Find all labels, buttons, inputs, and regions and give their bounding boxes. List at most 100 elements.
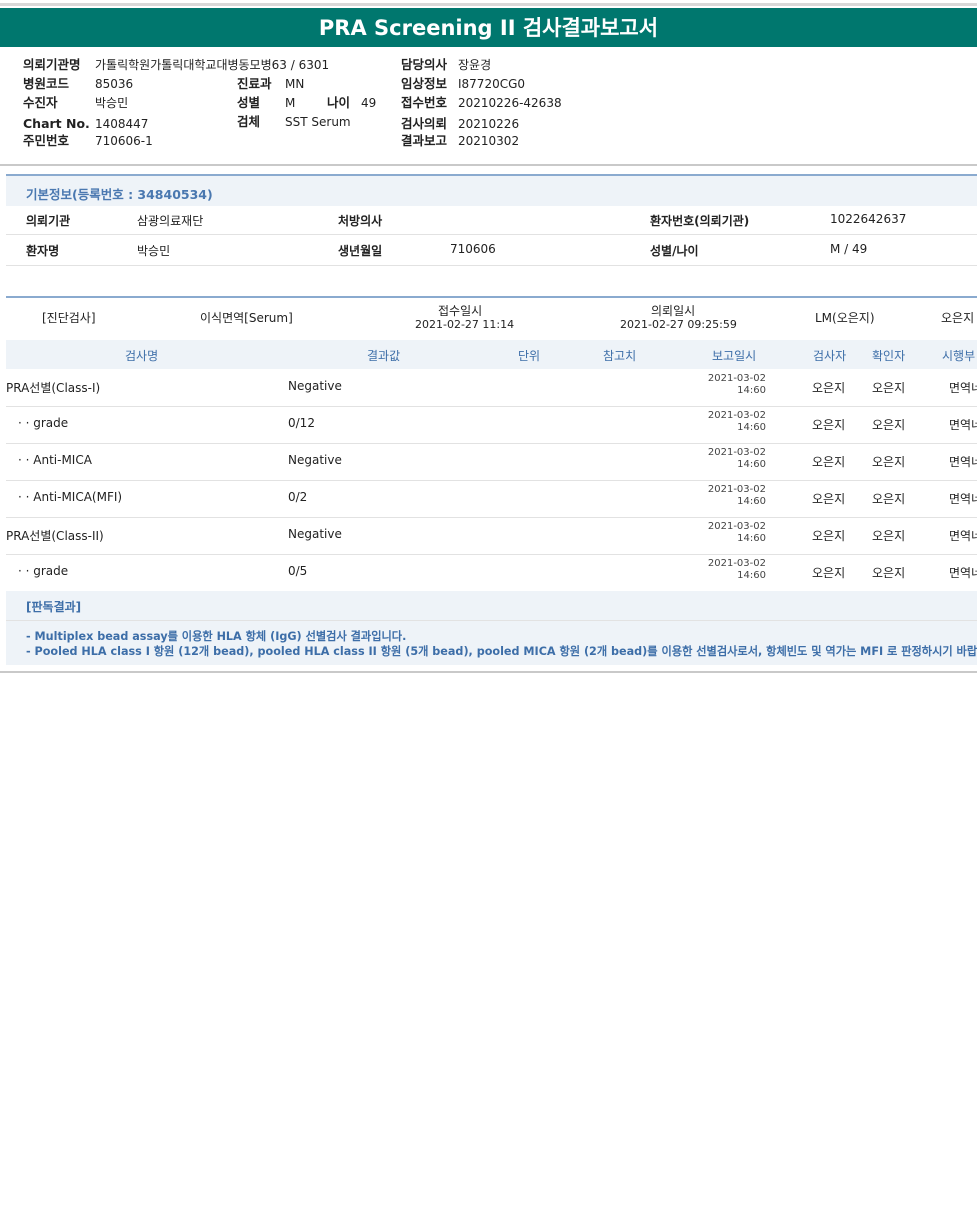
- chart-no-label: Chart No.: [23, 116, 90, 131]
- hospital-code-row: 병원코드 85036: [23, 76, 223, 92]
- receipt-no-value: 20210226-42638: [458, 96, 562, 110]
- report-date: 2021-03-02: [707, 447, 766, 458]
- chart-no-value: 1408447: [95, 117, 149, 131]
- bottom-divider: [0, 671, 977, 673]
- chart-no-row: Chart No. 1408447: [23, 116, 223, 132]
- report-date: 2021-03-02: [707, 373, 766, 384]
- exam-extra: 오은지: [941, 311, 975, 325]
- confirmer: 오은지: [872, 418, 906, 432]
- header-divider: [0, 164, 977, 166]
- report-value: 20210302: [458, 134, 520, 148]
- report-row: 결과보고 20210302: [401, 133, 601, 149]
- report-datetime: 2021-03-02 14:60: [704, 373, 766, 397]
- dept: 면역네: [949, 381, 977, 395]
- tester: 오은지: [812, 418, 846, 432]
- report-datetime: 2021-03-02 14:60: [704, 410, 766, 434]
- tester: 오은지: [812, 566, 846, 580]
- exam-receipt-label: 접수일시: [438, 304, 483, 318]
- test-value: Negative: [288, 453, 342, 467]
- report-time: 14:60: [737, 533, 766, 544]
- patient-no-label: 환자번호(의뢰기관): [650, 214, 750, 228]
- patient-no-value: 1022642637: [830, 212, 907, 226]
- exam-specimen: 이식면역[Serum]: [200, 311, 293, 325]
- resident-no-label: 주민번호: [23, 133, 70, 148]
- dob-value: 710606: [450, 242, 496, 256]
- confirmer: 오은지: [872, 529, 906, 543]
- doctor-label: 담당의사: [401, 57, 448, 72]
- test-name: PRA선별(Class-II): [6, 529, 104, 543]
- recipient-value: 박승민: [95, 96, 129, 110]
- specimen-label: 검체: [237, 114, 261, 129]
- institution-label: 의뢰기관명: [23, 57, 81, 72]
- table-row: · · Anti-MICA Negative 2021-03-02 14:60 오…: [6, 443, 977, 481]
- judgement-heading: [판독결과]: [26, 600, 82, 614]
- doctor-value: 장윤경: [458, 58, 492, 72]
- col-ref: 참고치: [603, 349, 637, 363]
- test-value: Negative: [288, 379, 342, 393]
- dept: 면역네: [949, 418, 977, 432]
- institution-value: 가톨릭학원가톨릭대학교대병동모병63 / 6301: [95, 58, 330, 72]
- col-result: 결과값: [367, 349, 401, 363]
- col-dept: 시행부: [942, 349, 976, 363]
- col-report-date: 보고일시: [712, 349, 757, 363]
- test-name: · · Anti-MICA(MFI): [18, 490, 123, 504]
- report-datetime: 2021-03-02 14:60: [704, 558, 766, 582]
- recipient-row: 수진자 박승민: [23, 95, 223, 111]
- presc-label: 처방의사: [338, 214, 383, 228]
- col-tester: 검사자: [813, 349, 847, 363]
- report-title: PRA Screening II 검사결과보고서: [0, 8, 977, 47]
- tester: 오은지: [812, 529, 846, 543]
- report-time: 14:60: [737, 385, 766, 396]
- name-value: 박승민: [137, 244, 171, 258]
- req-inst-value: 삼광의료재단: [137, 214, 204, 228]
- age-value: 49: [361, 96, 377, 110]
- exam-divider: [6, 296, 977, 298]
- dob-label: 생년월일: [338, 244, 383, 258]
- report-date: 2021-03-02: [707, 521, 766, 532]
- table-row: · · grade 0/12 2021-03-02 14:60 오은지 오은지 면…: [6, 406, 977, 444]
- report-time: 14:60: [737, 422, 766, 433]
- tester: 오은지: [812, 381, 846, 395]
- table-row: PRA선별(Class-II) Negative 2021-03-02 14:60…: [6, 517, 977, 555]
- confirmer: 오은지: [872, 455, 906, 469]
- sex-value: M: [285, 96, 296, 110]
- table-row: PRA선별(Class-I) Negative 2021-03-02 14:60 …: [6, 369, 977, 407]
- row-divider: [6, 265, 977, 266]
- request-row: 검사의뢰 20210226: [401, 116, 601, 132]
- test-name: PRA선별(Class-I): [6, 381, 101, 395]
- dept-row: 진료과 MN: [237, 76, 387, 92]
- report-datetime: 2021-03-02 14:60: [704, 484, 766, 508]
- dept: 면역네: [949, 492, 977, 506]
- basic-info-heading: 기본정보(등록번호 : 34840534): [6, 174, 977, 206]
- clinical-row: 임상정보 I87720CG0: [401, 76, 601, 92]
- basic-info-title: 기본정보(등록번호 : 34840534): [26, 187, 213, 202]
- request-label: 검사의뢰: [401, 116, 448, 131]
- dept: 면역네: [949, 455, 977, 469]
- clinical-value: I87720CG0: [458, 77, 526, 91]
- test-value: 0/5: [288, 564, 308, 578]
- table-row: · · grade 0/5 2021-03-02 14:60 오은지 오은지 면역…: [6, 554, 977, 592]
- report-label: 결과보고: [401, 133, 448, 148]
- age-label: 나이: [327, 95, 351, 110]
- test-value: 0/12: [288, 416, 315, 430]
- test-name: · · grade: [18, 564, 69, 578]
- exam-lm: LM(오은지): [815, 311, 875, 325]
- row-divider: [6, 234, 977, 235]
- top-divider: [0, 3, 977, 6]
- col-name: 검사명: [125, 349, 159, 363]
- exam-receipt-value: 2021-02-27 11:14: [415, 318, 515, 331]
- hospital-code-value: 85036: [95, 77, 134, 91]
- dept: 면역네: [949, 529, 977, 543]
- clinical-label: 임상정보: [401, 76, 448, 91]
- confirmer: 오은지: [872, 566, 906, 580]
- receipt-no-row: 접수번호 20210226-42638: [401, 95, 601, 111]
- judgement-body: - Multiplex bead assay를 이용한 HLA 항체 (IgG)…: [6, 621, 977, 665]
- specimen-value: SST Serum: [285, 115, 351, 129]
- test-name: · · grade: [18, 416, 69, 430]
- exam-category: [진단검사]: [42, 311, 96, 325]
- report-date: 2021-03-02: [707, 558, 766, 569]
- institution-row: 의뢰기관명 가톨릭학원가톨릭대학교대병동모병63 / 6301: [23, 57, 393, 73]
- hospital-code-label: 병원코드: [23, 76, 70, 91]
- specimen-row: 검체 SST Serum: [237, 114, 387, 130]
- table-row: · · Anti-MICA(MFI) 0/2 2021-03-02 14:60 오…: [6, 480, 977, 518]
